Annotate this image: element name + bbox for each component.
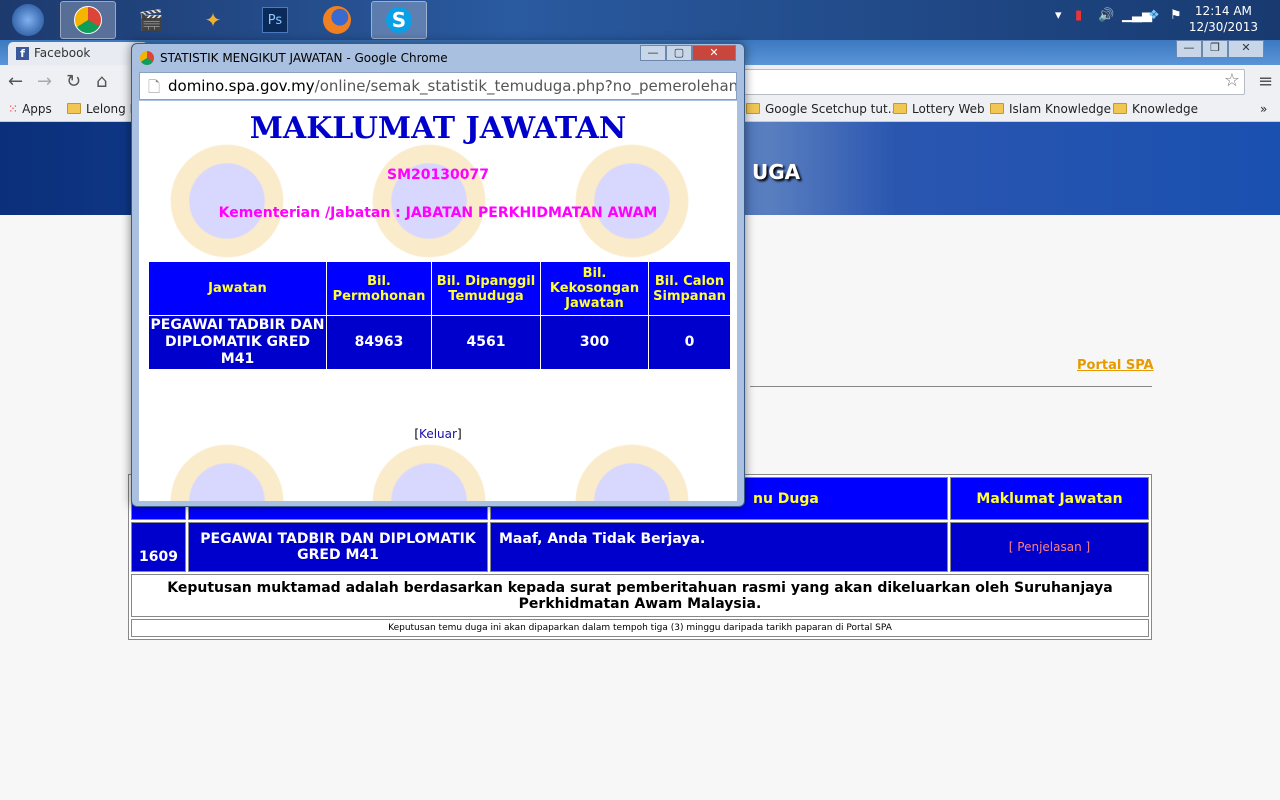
stats-kekosongan: 300 [540, 315, 649, 370]
volume-icon[interactable]: 🔊 [1098, 8, 1114, 23]
stats-dipanggil: 4561 [431, 315, 541, 370]
menu-icon[interactable]: ≡ [1258, 71, 1273, 92]
gamepad-icon: ✦ [204, 8, 222, 32]
department: Kementerian /Jabatan : JABATAN PERKHIDMA… [218, 205, 658, 221]
forward-icon[interactable]: → [37, 71, 52, 92]
spa-watermark [564, 431, 734, 501]
home-icon[interactable]: ⌂ [96, 71, 107, 92]
taskbar-firefox[interactable] [309, 1, 365, 39]
back-icon[interactable]: ← [8, 71, 23, 92]
bookmark-label: Islam Knowledge [1009, 102, 1111, 116]
cell-no: 1609 [131, 522, 186, 572]
reload-icon[interactable]: ↻ [66, 71, 81, 92]
bookmark-folder[interactable]: Lottery Web [893, 102, 985, 116]
keluar-wrap: [Keluar] [414, 427, 462, 441]
bookmark-label: Lelong K [86, 102, 138, 116]
firefox-icon [323, 6, 351, 34]
close-button[interactable]: ✕ [1228, 40, 1264, 58]
bookmark-label: Google Scetchup tut... [765, 102, 900, 116]
spa-watermark [159, 131, 329, 271]
folder-icon [1113, 103, 1127, 114]
url-path: /online/semak_statistik_temuduga.php?no_… [314, 77, 737, 95]
restore-button[interactable]: ❐ [1202, 40, 1228, 58]
folder-icon [893, 103, 907, 114]
power-icon[interactable]: ▮ [1075, 8, 1082, 23]
spa-watermark [159, 431, 329, 501]
popup-window: STATISTIK MENGIKUT JAWATAN - Google Chro… [131, 43, 745, 507]
keluar-link[interactable]: Keluar [419, 427, 457, 441]
stats-table: Jawatan Bil. Permohonan Bil. Dipanggil T… [148, 261, 731, 370]
skype-icon: S [386, 7, 412, 33]
time: 12:14 AM [1194, 4, 1252, 18]
spa-watermark [361, 131, 531, 271]
bookmark-folder[interactable]: Lelong K [67, 102, 137, 116]
stats-header: Bil. Kekosongan Jawatan [540, 261, 649, 316]
stats-simpanan: 0 [648, 315, 731, 370]
popup-title: STATISTIK MENGIKUT JAWATAN - Google Chro… [160, 51, 448, 65]
photoshop-icon: Ps [262, 7, 288, 33]
page-icon: 🗋 [148, 78, 161, 96]
bookmark-folder[interactable]: Islam Knowledge [990, 102, 1111, 116]
cell-jawatan: PEGAWAI TADBIR DAN DIPLOMATIK GRED M41 [188, 522, 488, 572]
bookmarks-more[interactable]: » [1260, 102, 1267, 116]
folder-icon [990, 103, 1004, 114]
stats-header: Bil. Calon Simpanan [648, 261, 731, 316]
footer-note: Keputusan temu duga ini akan dipaparkan … [131, 619, 1149, 637]
dropbox-icon[interactable]: ❖ [1148, 8, 1160, 23]
clapperboard-icon: 🎬 [138, 8, 164, 32]
header-maklumat: Maklumat Jawatan [950, 477, 1149, 520]
url-host: domino.spa.gov.my [168, 77, 315, 95]
spa-watermark [564, 131, 734, 271]
folder-icon [67, 103, 81, 114]
bookmark-folder[interactable]: Knowledge [1113, 102, 1198, 116]
folder-icon [746, 103, 760, 114]
facebook-icon: f [16, 47, 29, 60]
bookmark-label: Apps [22, 102, 52, 116]
note: Keputusan muktamad adalah berdasarkan ke… [131, 574, 1149, 617]
stats-permohonan: 84963 [326, 315, 432, 370]
penjelasan-link[interactable]: [ Penjelasan ] [1009, 540, 1090, 554]
cell-status: Maaf, Anda Tidak Berjaya. [490, 522, 948, 572]
spa-watermark [361, 431, 531, 501]
popup-minimize-button[interactable]: — [640, 45, 666, 61]
taskbar: 🎬 ✦ Ps S ▾ ▮ 🔊 ▁▃▅ ❖ ⚑ 12:14 AM 12/30/201… [0, 0, 1280, 40]
start-button[interactable] [0, 1, 56, 39]
recruitment-code: SM20130077 [387, 167, 489, 183]
stats-header: Bil. Permohonan [326, 261, 432, 316]
stats-header: Bil. Dipanggil Temuduga [431, 261, 541, 316]
popup-close-button[interactable]: ✕ [692, 45, 736, 61]
windows-icon [12, 4, 44, 36]
chrome-icon [74, 6, 102, 34]
tab-label: Facebook [34, 46, 91, 60]
apps-icon: ⁙ [8, 102, 19, 116]
flag-icon[interactable]: ⚑ [1170, 8, 1182, 23]
banner-title: UGA [752, 160, 801, 184]
clock[interactable]: 12:14 AM 12/30/2013 [1189, 3, 1258, 35]
star-icon[interactable]: ☆ [1224, 70, 1240, 91]
taskbar-media-player[interactable]: 🎬 [123, 1, 179, 39]
popup-heading: MAKLUMAT JAWATAN [249, 111, 627, 146]
date: 12/30/2013 [1188, 20, 1258, 34]
taskbar-skype[interactable]: S [371, 1, 427, 39]
taskbar-chrome[interactable] [60, 1, 116, 39]
bookmark-label: Lottery Web [912, 102, 985, 116]
tray-expand-icon[interactable]: ▾ [1055, 8, 1062, 23]
popup-maximize-button[interactable]: ▢ [666, 45, 692, 61]
popup-url[interactable]: 🗋 domino.spa.gov.my/online/semak_statisti… [139, 72, 737, 100]
bookmark-apps[interactable]: ⁙ Apps [8, 102, 52, 116]
taskbar-photoshop[interactable]: Ps [247, 1, 303, 39]
divider [750, 386, 1152, 387]
taskbar-game[interactable]: ✦ [185, 1, 241, 39]
popup-content: MAKLUMAT JAWATAN SM20130077 Kementerian … [139, 101, 737, 501]
chrome-icon [140, 51, 154, 65]
cell-link: [ Penjelasan ] [950, 522, 1149, 572]
stats-jawatan: PEGAWAI TADBIR DAN DIPLOMATIK GRED M41 [148, 315, 327, 370]
minimize-button[interactable]: — [1176, 40, 1202, 58]
bookmark-folder[interactable]: Google Scetchup tut... [746, 102, 899, 116]
portal-spa-link[interactable]: Portal SPA [1077, 358, 1154, 373]
tab-facebook[interactable]: f Facebook [8, 42, 148, 65]
stats-header: Jawatan [148, 261, 327, 316]
bookmark-label: Knowledge [1132, 102, 1198, 116]
